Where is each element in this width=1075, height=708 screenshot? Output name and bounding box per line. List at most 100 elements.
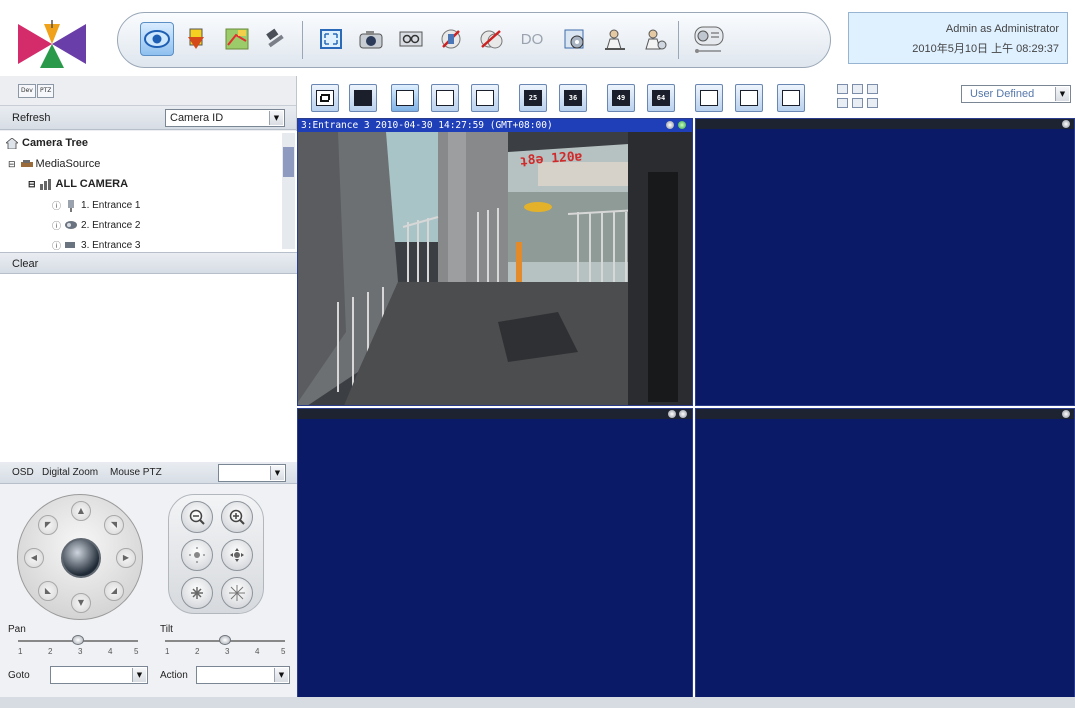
ptz-down-arrow-icon[interactable]: ▼ bbox=[71, 593, 91, 613]
ptz-up-arrow-icon[interactable]: ▲ bbox=[71, 501, 91, 521]
small-layout-toggle[interactable] bbox=[852, 84, 863, 94]
layout-4-icon bbox=[396, 90, 414, 106]
user-manage-icon[interactable] bbox=[638, 22, 672, 56]
record-icon[interactable] bbox=[394, 22, 428, 56]
tree-scrollbar[interactable] bbox=[282, 133, 295, 249]
layout-64-button[interactable]: 64 bbox=[647, 84, 675, 112]
cell-status-dot-icon[interactable] bbox=[1062, 410, 1070, 418]
video-cell-title-bar[interactable]: 3:Entrance 3 2010-04-30 14:27:59 (GMT+08… bbox=[298, 119, 692, 132]
ptz-left-arrow-icon[interactable]: ◀ bbox=[24, 548, 44, 568]
layout-custom-1-button[interactable] bbox=[695, 84, 723, 112]
chevron-down-icon[interactable]: ▼ bbox=[270, 466, 284, 480]
tab-osd[interactable]: OSD bbox=[12, 467, 34, 478]
layout-36-button[interactable]: 36 bbox=[559, 84, 587, 112]
tilt-slider-knob[interactable] bbox=[219, 635, 231, 645]
cell-status-dot-icon[interactable] bbox=[1062, 120, 1070, 128]
layout-49-button[interactable]: 49 bbox=[607, 84, 635, 112]
ptz-down-left-arrow-icon[interactable]: ◣ bbox=[38, 581, 58, 601]
chevron-down-icon[interactable]: ▼ bbox=[1055, 87, 1069, 101]
video-cell[interactable] bbox=[695, 408, 1075, 698]
zoom-out-icon[interactable] bbox=[181, 501, 213, 533]
layout-4-button[interactable] bbox=[391, 84, 419, 112]
small-layout-toggle[interactable] bbox=[837, 84, 848, 94]
user-icon[interactable] bbox=[598, 22, 632, 56]
ptz-up-right-arrow-icon[interactable]: ◥ bbox=[104, 515, 124, 535]
event-icon[interactable] bbox=[180, 22, 214, 56]
focus-near-icon[interactable] bbox=[181, 539, 213, 571]
collapse-icon[interactable]: ⊟ bbox=[28, 179, 36, 190]
layout-25-button[interactable]: 25 bbox=[519, 84, 547, 112]
live-view-icon[interactable] bbox=[140, 22, 174, 56]
tree-root[interactable]: Camera Tree bbox=[4, 136, 88, 149]
tree-item-label: 3. Entrance 3 bbox=[81, 240, 141, 251]
tree-item-camera[interactable]: ⓘ 1. Entrance 1 bbox=[52, 199, 141, 212]
video-cell-title-bar[interactable] bbox=[298, 409, 692, 419]
tab-ptz[interactable]: PTZ bbox=[37, 84, 55, 98]
sequence-layout-button[interactable] bbox=[311, 84, 339, 112]
tab-dev[interactable]: Dev bbox=[18, 84, 36, 98]
ptz-up-left-arrow-icon[interactable]: ◤ bbox=[38, 515, 58, 535]
layout-9-button[interactable] bbox=[431, 84, 459, 112]
fullscreen-icon[interactable] bbox=[314, 22, 348, 56]
audio-icon[interactable] bbox=[434, 22, 468, 56]
layout-1-button[interactable] bbox=[349, 84, 377, 112]
chevron-down-icon[interactable]: ▼ bbox=[274, 668, 288, 682]
pan-slider-knob[interactable] bbox=[72, 635, 84, 645]
small-layout-toggle[interactable] bbox=[867, 84, 878, 94]
layout-custom-2-button[interactable] bbox=[735, 84, 763, 112]
cell-status-dot-icon[interactable] bbox=[668, 410, 676, 418]
small-layout-toggle[interactable] bbox=[852, 98, 863, 108]
logout-icon[interactable] bbox=[690, 22, 730, 56]
mute-icon[interactable] bbox=[474, 22, 508, 56]
tab-mouse-ptz[interactable]: Mouse PTZ bbox=[110, 467, 162, 478]
tree-node-mediasource[interactable]: ⊟ MediaSource bbox=[8, 158, 100, 170]
ptz-joystick[interactable]: ▲ ▼ ◀ ▶ ◤ ◥ ◣ ◢ bbox=[17, 494, 143, 620]
tools-icon[interactable] bbox=[260, 22, 294, 56]
action-select[interactable]: ▼ bbox=[196, 666, 290, 684]
clear-button[interactable]: Clear bbox=[12, 258, 38, 270]
ptz-mode-select[interactable]: ▼ bbox=[218, 464, 286, 482]
collapse-icon[interactable]: ⊟ bbox=[8, 159, 16, 170]
small-layout-toggle[interactable] bbox=[837, 98, 848, 108]
tree-item-camera[interactable]: ⓘ 3. Entrance 3 bbox=[52, 239, 141, 252]
layout-16-button[interactable] bbox=[471, 84, 499, 112]
camera-icon bbox=[65, 240, 77, 251]
iris-open-icon[interactable] bbox=[221, 577, 253, 609]
video-cell[interactable] bbox=[297, 408, 693, 698]
zoom-in-icon[interactable] bbox=[221, 501, 253, 533]
video-cell[interactable]: ʇ8ǝ 120ɐ 3:Entrance 3 2010-04-30 14:27:5… bbox=[297, 118, 693, 406]
joystick-ball[interactable] bbox=[61, 538, 101, 578]
chevron-down-icon[interactable]: ▼ bbox=[269, 111, 283, 125]
focus-far-icon[interactable] bbox=[221, 539, 253, 571]
map-icon[interactable] bbox=[220, 22, 254, 56]
ptz-right-arrow-icon[interactable]: ▶ bbox=[116, 548, 136, 568]
goto-select[interactable]: ▼ bbox=[50, 666, 148, 684]
video-cell-title-bar[interactable] bbox=[696, 409, 1074, 419]
pan-tick: 4 bbox=[108, 647, 113, 656]
settings-icon[interactable] bbox=[558, 22, 592, 56]
layout-custom-3-button[interactable] bbox=[777, 84, 805, 112]
tree-scrollbar-thumb[interactable] bbox=[283, 147, 294, 177]
top-toolbar: DO Admin as Administrator 2010年5月10日 上午 … bbox=[0, 0, 1075, 76]
source-icon bbox=[20, 159, 33, 170]
info-icon: ⓘ bbox=[52, 221, 62, 231]
cell-status-dot-icon[interactable] bbox=[679, 410, 687, 418]
video-cell[interactable] bbox=[695, 118, 1075, 406]
camera-id-select[interactable]: Camera ID ▼ bbox=[165, 109, 285, 127]
video-cell-title-bar[interactable] bbox=[696, 119, 1074, 129]
iris-close-icon[interactable] bbox=[181, 577, 213, 609]
tab-digital-zoom[interactable]: Digital Zoom bbox=[42, 467, 98, 478]
layout-mode-select[interactable]: User Defined ▼ bbox=[961, 85, 1071, 103]
snapshot-icon[interactable] bbox=[354, 22, 388, 56]
small-layout-toggle[interactable] bbox=[867, 98, 878, 108]
ptz-down-right-arrow-icon[interactable]: ◢ bbox=[104, 581, 124, 601]
pan-tick: 2 bbox=[48, 647, 53, 656]
refresh-button[interactable]: Refresh bbox=[12, 112, 51, 124]
cell-status-dot-icon[interactable] bbox=[666, 121, 674, 129]
layout-custom-2-icon bbox=[740, 90, 758, 106]
tree-node-all-camera[interactable]: ⊟ ALL CAMERA bbox=[28, 178, 128, 190]
tree-item-camera[interactable]: ⓘ 2. Entrance 2 bbox=[52, 219, 141, 232]
digital-output-icon[interactable]: DO bbox=[514, 22, 550, 56]
cell-connected-dot-icon[interactable] bbox=[678, 121, 686, 129]
chevron-down-icon[interactable]: ▼ bbox=[132, 668, 146, 682]
